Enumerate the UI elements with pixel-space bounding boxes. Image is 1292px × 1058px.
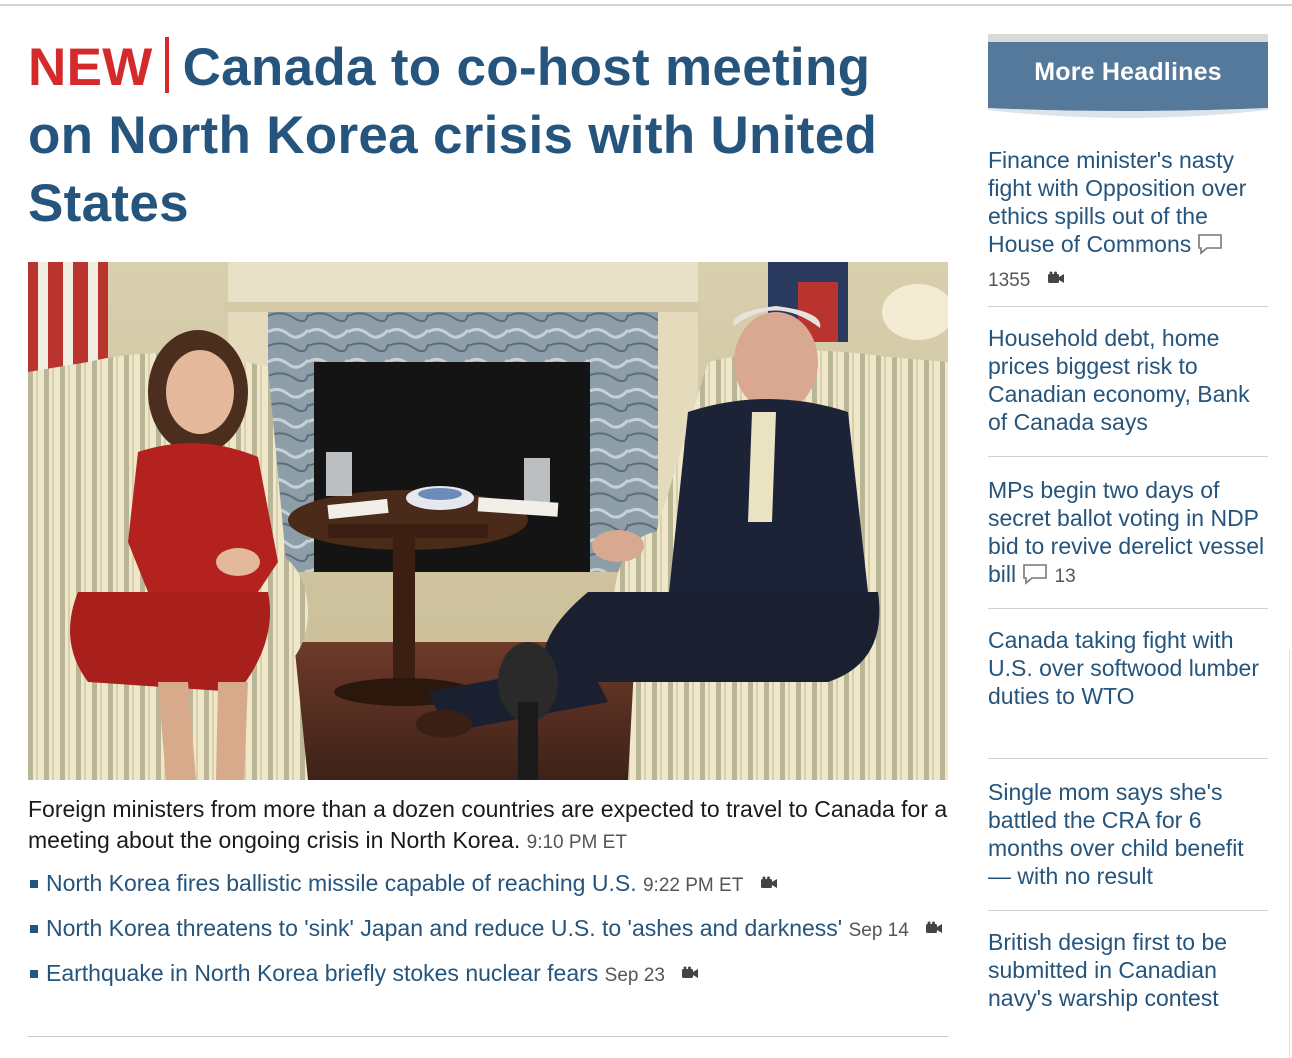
top-divider bbox=[0, 4, 1292, 6]
sidebar-headline-link[interactable]: Household debt, home prices biggest risk… bbox=[988, 325, 1250, 435]
new-label: NEW bbox=[28, 38, 153, 97]
related-link[interactable]: Earthquake in North Korea briefly stokes… bbox=[46, 960, 598, 986]
video-camera-icon bbox=[682, 966, 699, 978]
sidebar-headline-item: Finance minister's nasty fight with Oppo… bbox=[988, 146, 1268, 295]
related-item: North Korea fires ballistic missile capa… bbox=[28, 870, 948, 899]
related-date: Sep 23 bbox=[604, 965, 665, 986]
main-story: NEW Canada to co-host meeting on North Ko… bbox=[28, 34, 948, 986]
related-date: Sep 14 bbox=[848, 920, 909, 941]
sidebar-headline-item: Household debt, home prices biggest risk… bbox=[988, 324, 1268, 436]
main-bottom-divider bbox=[28, 1036, 948, 1037]
sidebar-divider bbox=[988, 456, 1268, 457]
sidebar-headline-link[interactable]: British design first to be submitted in … bbox=[988, 929, 1227, 1011]
sidebar-headline-item: Single mom says she's battled the CRA fo… bbox=[988, 778, 1268, 890]
related-link[interactable]: North Korea fires ballistic missile capa… bbox=[46, 870, 637, 896]
sidebar-meta: 1355 bbox=[988, 264, 1268, 295]
headline-link[interactable]: Canada to co-host meeting on North Korea… bbox=[28, 38, 877, 233]
sidebar-divider bbox=[988, 306, 1268, 307]
sidebar-headline-item: Canada taking fight with U.S. over softw… bbox=[988, 626, 1268, 710]
comment-count: 1355 bbox=[988, 270, 1031, 291]
related-item: North Korea threatens to 'sink' Japan an… bbox=[28, 915, 948, 944]
story-photo[interactable] bbox=[28, 262, 948, 780]
sidebar-headline-link[interactable]: Single mom says she's battled the CRA fo… bbox=[988, 779, 1244, 889]
related-link[interactable]: North Korea threatens to 'sink' Japan an… bbox=[46, 915, 842, 941]
video-camera-icon bbox=[1047, 271, 1064, 283]
right-edge-line bbox=[1289, 650, 1290, 1058]
sidebar-divider bbox=[988, 910, 1268, 911]
video-camera-icon bbox=[760, 876, 777, 888]
story-summary: Foreign ministers from more than a dozen… bbox=[28, 794, 948, 858]
sidebar-headline-link[interactable]: Canada taking fight with U.S. over softw… bbox=[988, 627, 1259, 709]
sidebar-headline-item: British design first to be submitted in … bbox=[988, 928, 1268, 1012]
summary-timestamp: 9:10 PM ET bbox=[526, 832, 627, 853]
story-headline: NEW Canada to co-host meeting on North Ko… bbox=[28, 34, 948, 238]
sidebar-divider bbox=[988, 608, 1268, 609]
sidebar-divider bbox=[988, 758, 1268, 759]
comment-icon[interactable] bbox=[1197, 233, 1223, 255]
summary-text: Foreign ministers from more than a dozen… bbox=[28, 796, 948, 853]
comment-icon[interactable] bbox=[1022, 563, 1048, 585]
related-date: 9:22 PM ET bbox=[642, 875, 744, 896]
related-item: Earthquake in North Korea briefly stokes… bbox=[28, 960, 948, 989]
sidebar-title: More Headlines bbox=[1034, 58, 1222, 86]
sidebar-headline-item: MPs begin two days of secret ballot voti… bbox=[988, 476, 1268, 591]
more-headlines-sidebar: More Headlines Finance minister's nasty … bbox=[988, 34, 1268, 1011]
comment-count: 13 bbox=[1054, 566, 1076, 587]
related-links: North Korea fires ballistic missile capa… bbox=[28, 870, 948, 1005]
story-photo-image bbox=[28, 262, 948, 780]
sidebar-header: More Headlines bbox=[988, 34, 1268, 122]
new-separator bbox=[164, 37, 169, 93]
video-camera-icon bbox=[926, 921, 943, 933]
